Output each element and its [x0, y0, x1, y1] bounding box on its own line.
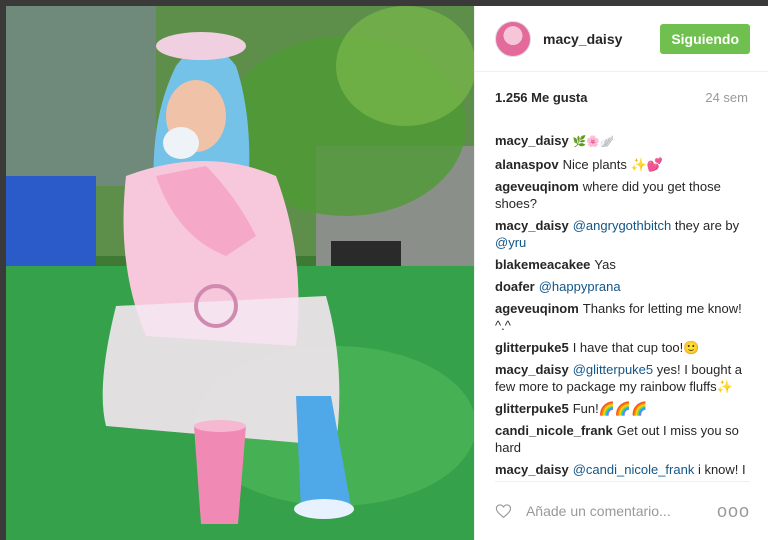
comment-item: alanaspov Nice plants ✨💕: [495, 156, 750, 173]
post-sidebar: macy_daisy Siguiendo 1.256 Me gusta 24 s…: [474, 6, 768, 540]
photo-illustration: [6, 6, 474, 540]
comment-bar: ooo: [495, 481, 750, 540]
comment-username[interactable]: ageveuqinom: [495, 179, 579, 194]
comment-item: macy_daisy 🌿🌸🪽: [495, 132, 750, 151]
comment-list[interactable]: macy_daisy 🌿🌸🪽 alanaspov Nice plants ✨💕 ag…: [475, 122, 768, 482]
heart-icon[interactable]: [495, 500, 512, 522]
following-button[interactable]: Siguiendo: [660, 23, 750, 54]
post-time[interactable]: 24 sem: [705, 90, 748, 105]
post-username[interactable]: macy_daisy: [543, 31, 660, 47]
comment-mention[interactable]: @candi_nicole_frank: [573, 462, 695, 477]
comment-item: macy_daisy @angrygothbitch they are by @y…: [495, 217, 750, 251]
comment-username[interactable]: macy_daisy: [495, 362, 569, 377]
comment-username[interactable]: macy_daisy: [495, 462, 569, 477]
comment-item: doafer @happyprana: [495, 278, 750, 295]
comment-username[interactable]: alanaspov: [495, 157, 559, 172]
comment-username[interactable]: glitterpuke5: [495, 340, 569, 355]
comment-mention[interactable]: @angrygothbitch: [573, 218, 671, 233]
comment-item: glitterpuke5 Fun!🌈🌈🌈: [495, 400, 750, 417]
comment-item: candi_nicole_frank Get out I miss you so …: [495, 422, 750, 456]
comment-text: Nice plants ✨💕: [562, 157, 663, 172]
comment-username[interactable]: candi_nicole_frank: [495, 423, 613, 438]
comment-item: glitterpuke5 I have that cup too!🙂: [495, 339, 750, 356]
likes-count[interactable]: 1.256 Me gusta: [495, 90, 588, 105]
comment-text: Yas: [594, 257, 616, 272]
comment-text: Fun!🌈🌈🌈: [572, 401, 648, 416]
comment-username[interactable]: doafer: [495, 279, 535, 294]
comment-username[interactable]: glitterpuke5: [495, 401, 569, 416]
comment-username[interactable]: ageveuqinom: [495, 301, 579, 316]
comment-mention[interactable]: @happyprana: [539, 279, 621, 294]
post-photo[interactable]: [6, 6, 474, 540]
avatar[interactable]: [495, 20, 531, 57]
comment-item: ageveuqinom Thanks for letting me know! ^…: [495, 300, 750, 334]
comment-text: 🌿🌸🪽: [572, 136, 614, 148]
comment-item: macy_daisy @candi_nicole_frank i know! I …: [495, 461, 750, 482]
more-options-icon[interactable]: ooo: [717, 501, 750, 522]
comment-text: I have that cup too!🙂: [572, 340, 700, 355]
comment-username[interactable]: macy_daisy: [495, 133, 569, 148]
comment-mention[interactable]: @yru: [495, 235, 526, 250]
comment-username[interactable]: blakemeacakee: [495, 257, 590, 272]
post-modal: macy_daisy Siguiendo 1.256 Me gusta 24 s…: [6, 6, 768, 540]
comment-item: macy_daisy @glitterpuke5 yes! I bought a …: [495, 361, 750, 395]
comment-item: blakemeacakee Yas: [495, 256, 750, 273]
comment-username[interactable]: macy_daisy: [495, 218, 569, 233]
post-header: macy_daisy Siguiendo: [475, 6, 768, 72]
comment-text: they are by: [671, 218, 740, 233]
post-stats: 1.256 Me gusta 24 sem: [475, 72, 768, 122]
comment-input[interactable]: [523, 502, 709, 520]
comment-mention[interactable]: @glitterpuke5: [573, 362, 653, 377]
comment-item: ageveuqinom where did you get those shoes…: [495, 178, 750, 212]
